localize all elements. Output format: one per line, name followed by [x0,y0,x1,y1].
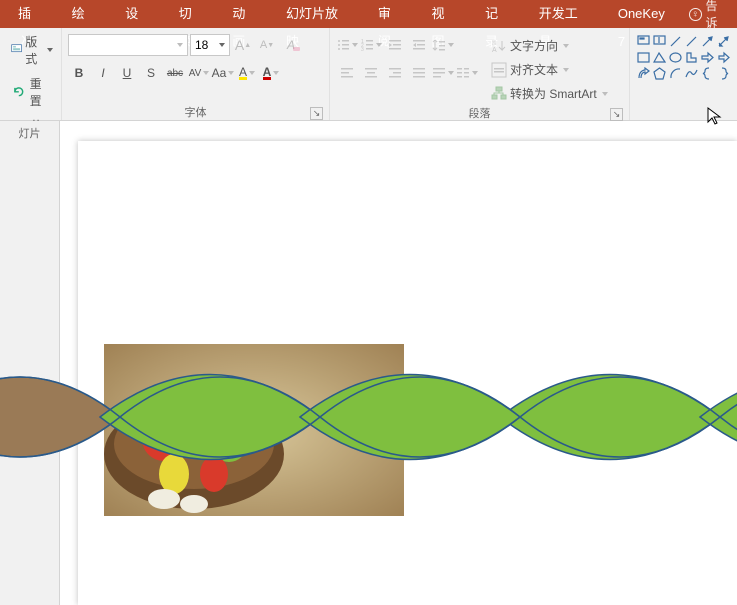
tab-design[interactable]: 设计 [111,0,165,28]
bullets-button[interactable] [336,34,358,56]
tab-review[interactable]: 审阅 [364,0,418,28]
svg-text:A: A [492,47,497,54]
layout-button[interactable]: 版式 [6,30,58,70]
char-spacing-button[interactable]: AV [188,62,210,84]
shape-diag[interactable] [668,34,682,48]
tab-onekey[interactable]: OneKey 7 [604,0,689,28]
shape-triangle[interactable] [652,50,666,64]
align-left-button[interactable] [336,62,358,84]
grow-font-button[interactable]: A▲ [232,34,254,56]
shape-rect[interactable] [636,50,650,64]
underline-button[interactable]: U [116,62,138,84]
tab-developer[interactable]: 开发工具 [525,0,604,28]
ribbon-tabbar: 插入 绘图 设计 切换 动画 幻灯片放映 审阅 视图 记录 开发工具 OneKe… [0,0,737,28]
shape-bracket[interactable] [716,66,730,80]
text-direction-label: 文字方向 [510,37,558,54]
shape-path[interactable] [716,50,730,64]
tab-animations[interactable]: 动画 [218,0,272,28]
shape-pent[interactable] [652,66,666,80]
svg-text:3: 3 [361,47,364,52]
align-text-icon [491,62,507,78]
line-spacing-button[interactable] [432,34,454,56]
strike-button[interactable]: S [140,62,162,84]
tell-me-label: 告诉 [706,0,730,31]
clear-format-button[interactable]: A [280,34,302,56]
reset-label: 重置 [30,75,53,109]
eraser-icon: A [287,38,295,52]
bold-button[interactable]: B [68,62,90,84]
numbering-button[interactable]: 123 [360,34,382,56]
font-color-button[interactable]: A [260,62,282,84]
slide-panel[interactable]: 灯片 [0,121,60,605]
shape-textbox[interactable] [636,34,650,48]
font-dialog-launcher[interactable]: ↘ [310,107,323,120]
group-font-label: 字体 ↘ [68,104,323,120]
columns-button[interactable] [456,62,478,84]
font-name-input[interactable] [73,38,175,52]
shape-rrect[interactable] [636,66,650,80]
paragraph-dialog-launcher[interactable]: ↘ [610,108,623,121]
shape-circle[interactable] [668,50,682,64]
tab-record[interactable]: 记录 [471,0,525,28]
font-size-input[interactable] [195,38,217,52]
convert-smartart-button[interactable]: 转换为 SmartArt [486,82,613,105]
shape-arc[interactable] [668,66,682,80]
reset-icon [11,84,27,100]
slide-panel-label: 灯片 [19,128,41,140]
font-name-combo[interactable] [68,34,188,56]
convert-smartart-label: 转换为 SmartArt [510,85,597,102]
justify-button[interactable] [408,62,430,84]
tell-me[interactable]: ♀ 告诉 [689,0,733,31]
align-text-button[interactable]: 对齐文本 [486,58,613,81]
smartart-icon [491,86,507,102]
italic-button[interactable]: I [92,62,114,84]
group-paragraph-label: 段落 ↘ [336,105,623,121]
text-direction-button[interactable]: IIA 文字方向 [486,34,613,57]
group-font: A▲ A▼ A B I U S abc AV Aa A A [62,28,330,120]
indent-decrease-button[interactable] [384,34,406,56]
shape-lshape[interactable] [684,50,698,64]
shape-vline[interactable] [652,34,666,48]
text-direction-icon: IIA [491,38,507,54]
tab-slideshow[interactable]: 幻灯片放映 [272,0,364,28]
shape-curvearrow[interactable] [716,34,730,48]
shadow-button[interactable]: abc [164,62,186,84]
lightbulb-icon: ♀ [689,8,702,21]
group-slides: 版式 重置 节 [0,28,62,120]
shrink-font-button[interactable]: A▼ [256,34,278,56]
shape-curve[interactable] [684,66,698,80]
layout-label: 版式 [25,33,42,67]
change-case-button[interactable]: Aa [212,62,234,84]
tab-view[interactable]: 视图 [418,0,472,28]
distribute-button[interactable] [432,62,454,84]
font-size-combo[interactable] [190,34,230,56]
group-paragraph: 123 IIA 文字方向 [330,28,630,120]
align-right-button[interactable] [384,62,406,84]
shapes-gallery[interactable] [636,34,730,80]
indent-increase-button[interactable] [408,34,430,56]
ribbon: 版式 重置 节 [0,28,737,121]
align-center-button[interactable] [360,62,382,84]
reset-button[interactable]: 重置 [6,72,58,112]
shape-brace[interactable] [700,66,714,80]
highlight-button[interactable]: A [236,62,258,84]
align-text-label: 对齐文本 [510,61,558,78]
tab-insert[interactable]: 插入 [4,0,58,28]
tab-draw[interactable]: 绘图 [58,0,112,28]
tab-transitions[interactable]: 切换 [165,0,219,28]
shape-rarrow[interactable] [700,50,714,64]
svg-text:II: II [492,40,496,47]
group-shapes [630,28,735,120]
layout-icon [11,42,22,58]
slide-image-vegetables[interactable] [104,344,404,516]
shape-line[interactable] [684,34,698,48]
shape-arrow[interactable] [700,34,714,48]
